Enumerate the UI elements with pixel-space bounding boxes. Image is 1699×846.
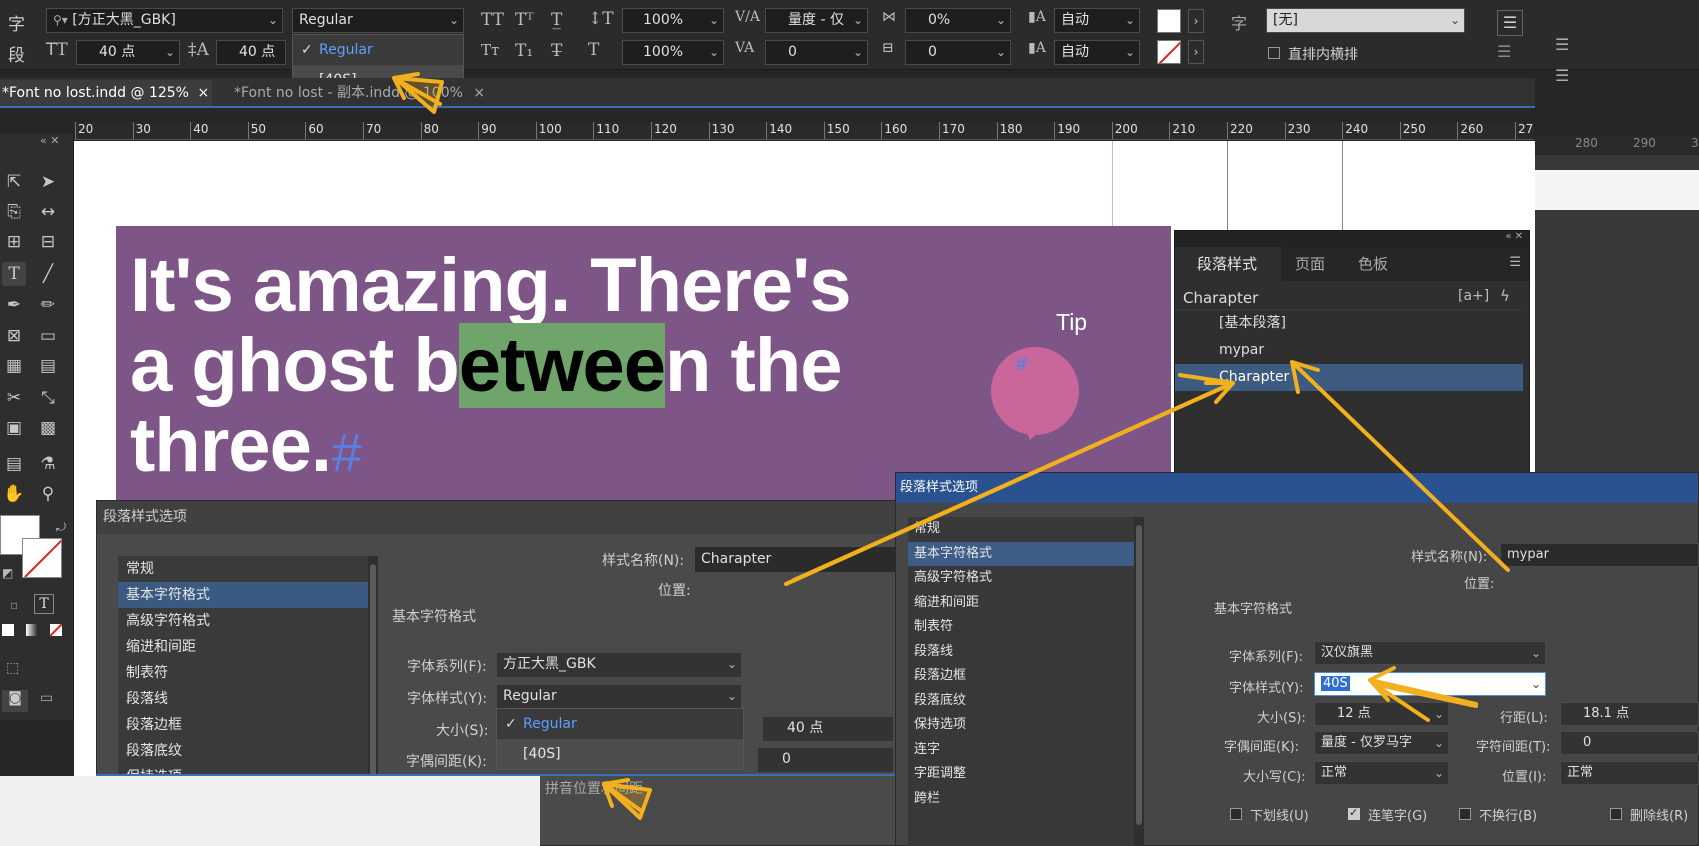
- arrow-annotation: [1372, 682, 1478, 722]
- annotation-arrows: [392, 72, 1510, 820]
- arrow-annotation: [792, 373, 1235, 582]
- arrow-annotation: [1290, 360, 1510, 572]
